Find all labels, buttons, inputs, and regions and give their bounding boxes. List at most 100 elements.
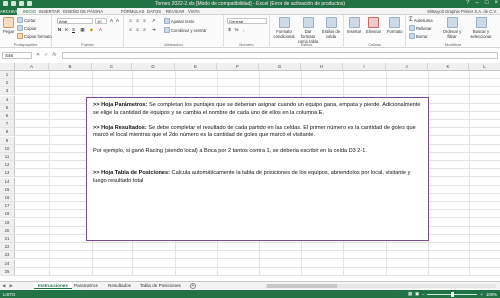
grow-font-icon[interactable]: A — [109, 18, 114, 23]
column-header-i[interactable]: I — [343, 63, 386, 71]
enter-icon[interactable]: ✓ — [44, 52, 48, 58]
row-header[interactable]: 2 — [0, 79, 15, 87]
row-header[interactable]: 3 — [0, 87, 15, 95]
comma-icon[interactable]: , — [241, 27, 246, 32]
row-header[interactable]: 6 — [0, 112, 15, 120]
tab-page-layout[interactable]: DISEÑO DE PÁGINA — [63, 9, 103, 14]
orientation-icon[interactable]: ↗ — [151, 18, 156, 23]
bold-button[interactable]: N — [57, 27, 62, 32]
column-header-k[interactable]: K — [428, 63, 469, 71]
indent-icon[interactable]: ⇥ — [151, 27, 156, 32]
help-button[interactable]: ? — [466, 0, 469, 6]
maximize-button[interactable]: □ — [485, 0, 489, 6]
row-header[interactable]: 17 — [0, 202, 15, 210]
row-header[interactable]: 1 — [0, 71, 15, 79]
minimize-button[interactable]: – — [476, 0, 479, 6]
instructions-textbox[interactable]: >> Hoja Parámetros: Se completan los pun… — [86, 97, 429, 241]
percent-icon[interactable]: % — [234, 27, 239, 32]
name-box[interactable]: S46 — [2, 52, 32, 59]
row-header[interactable]: 8 — [0, 128, 15, 136]
row-header[interactable]: 24 — [0, 259, 15, 267]
column-header-c[interactable]: C — [92, 63, 132, 71]
font-color-icon[interactable]: A — [98, 27, 103, 32]
format-painter-button[interactable]: Copiar formato — [17, 33, 52, 39]
column-header-g[interactable]: G — [259, 63, 301, 71]
account-name[interactable]: Mitsuyoit Graphix Printer S.A. de C.V. — [427, 9, 497, 14]
font-size-select[interactable]: 10 — [95, 18, 107, 24]
tab-file[interactable]: ARCHIVO — [0, 8, 19, 15]
align-bottom-icon[interactable]: ≡ — [142, 18, 147, 23]
fill-color-icon[interactable]: ◆ — [89, 27, 94, 32]
sheet-tab-tabla-posiciones[interactable]: Tabla de Posiciones — [136, 282, 185, 289]
currency-icon[interactable]: $ — [227, 27, 232, 32]
sheet-tab-instrucciones[interactable]: Instrucciones — [34, 282, 72, 289]
sheet-tab-resultados[interactable]: Resultados — [104, 282, 135, 289]
tab-data[interactable]: DATOS — [147, 9, 161, 14]
borders-icon[interactable]: ▦ — [80, 27, 85, 32]
fill-button[interactable]: Rellenar — [409, 25, 432, 31]
row-header[interactable]: 9 — [0, 136, 15, 144]
align-middle-icon[interactable]: ≡ — [135, 18, 140, 23]
column-header-d[interactable]: D — [132, 63, 175, 71]
normal-view-icon[interactable]: ▦ — [408, 291, 412, 297]
tab-formulas[interactable]: FÓRMULAS — [121, 9, 144, 14]
prev-sheet-icon[interactable]: ◀ — [2, 283, 6, 289]
cancel-icon[interactable]: ✕ — [36, 52, 40, 58]
italic-button[interactable]: K — [64, 27, 69, 32]
scrollbar-thumb[interactable] — [267, 284, 337, 288]
clear-button[interactable]: Borrar — [409, 33, 428, 39]
row-header[interactable]: 25 — [0, 267, 15, 275]
find-select-button[interactable]: Buscar y seleccionar — [467, 17, 495, 39]
tab-review[interactable]: REVISAR — [166, 9, 184, 14]
insert-function-icon[interactable]: fx — [52, 52, 56, 58]
zoom-slider[interactable] — [427, 291, 478, 297]
select-all-corner[interactable] — [0, 63, 15, 71]
format-cells-button[interactable]: Formato — [387, 17, 403, 34]
zoom-slider-knob[interactable] — [451, 291, 455, 297]
zoom-in-icon[interactable]: + — [480, 292, 483, 297]
underline-button[interactable]: S — [71, 27, 76, 32]
row-header[interactable]: 21 — [0, 235, 15, 243]
page-layout-icon[interactable]: ▣ — [415, 291, 419, 297]
row-header[interactable]: 20 — [0, 226, 15, 234]
number-format-select[interactable]: General — [227, 18, 267, 24]
row-header[interactable]: 23 — [0, 251, 15, 259]
autosum-button[interactable]: Σ Autosuma — [409, 17, 433, 23]
tab-insert[interactable]: INSERTAR — [39, 9, 60, 14]
row-header[interactable]: 4 — [0, 95, 15, 103]
cut-button[interactable]: Cortar — [17, 17, 36, 23]
row-header[interactable]: 22 — [0, 243, 15, 251]
conditional-format-button[interactable]: Formato condicional — [274, 17, 294, 39]
tab-view[interactable]: VISTA — [188, 9, 200, 14]
formula-input[interactable] — [62, 52, 498, 59]
align-left-icon[interactable]: ≡ — [128, 27, 133, 32]
column-header-h[interactable]: H — [301, 63, 343, 71]
shrink-font-icon[interactable]: A — [115, 18, 120, 23]
sheet-tab-parametros[interactable]: Parametros — [70, 282, 102, 289]
add-sheet-icon[interactable]: + — [190, 283, 196, 289]
format-as-table-button[interactable]: Dar formato como tabla — [297, 17, 319, 44]
row-header[interactable]: 18 — [0, 210, 15, 218]
paste-button[interactable]: Pegar — [3, 17, 14, 34]
cell-styles-button[interactable]: Estilos de celda — [321, 17, 341, 39]
merge-center-button[interactable]: Combinar y centrar — [164, 27, 207, 33]
column-header-b[interactable]: B — [49, 63, 92, 71]
delete-cells-button[interactable]: Eliminar — [366, 17, 381, 34]
row-header[interactable]: 19 — [0, 218, 15, 226]
tab-home[interactable]: INICIO — [23, 9, 36, 14]
close-button[interactable]: × — [494, 0, 498, 6]
column-header-e[interactable]: E — [175, 63, 217, 71]
next-sheet-icon[interactable]: ▶ — [10, 283, 14, 289]
row-header[interactable]: 7 — [0, 120, 15, 128]
copy-button[interactable]: Copiar — [17, 25, 36, 31]
align-center-icon[interactable]: ≡ — [135, 27, 140, 32]
sort-filter-button[interactable]: Ordenar y filtrar — [440, 17, 464, 39]
row-header[interactable]: 15 — [0, 185, 15, 193]
row-header[interactable]: 10 — [0, 144, 15, 152]
column-header-a[interactable]: A — [15, 63, 49, 71]
row-header[interactable]: 12 — [0, 161, 15, 169]
horizontal-scrollbar[interactable] — [265, 284, 496, 288]
row-header[interactable]: 11 — [0, 153, 15, 161]
font-name-select[interactable]: Arial — [57, 18, 93, 24]
wrap-text-button[interactable]: Ajustar texto — [164, 18, 194, 24]
